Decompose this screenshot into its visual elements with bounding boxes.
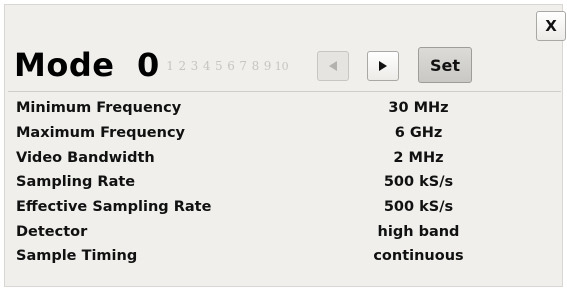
- mode-option-1[interactable]: 1: [164, 57, 176, 75]
- page-title: Mode: [14, 46, 115, 84]
- close-button[interactable]: X: [536, 11, 566, 41]
- setting-label: Detector: [16, 223, 88, 240]
- mode-option-2[interactable]: 2: [176, 57, 188, 75]
- settings-list: Minimum Frequency 30 MHz Maximum Frequen…: [16, 96, 546, 269]
- settings-row: Effective Sampling Rate 500 kS/s: [16, 195, 546, 220]
- setting-value: continuous: [373, 248, 464, 265]
- mode-selector: 1 2 3 4 5 6 7 8 9 10: [164, 57, 290, 75]
- header-divider: [8, 91, 561, 92]
- current-mode-number: 0: [137, 46, 160, 84]
- mode-option-8[interactable]: 8: [249, 57, 261, 75]
- mode-option-9[interactable]: 9: [262, 57, 274, 75]
- set-button[interactable]: Set: [418, 47, 472, 83]
- setting-value: 30 MHz: [388, 100, 449, 117]
- setting-value: 500 kS/s: [383, 174, 454, 191]
- setting-value: high band: [377, 223, 460, 240]
- right-triangle-icon: [379, 61, 387, 71]
- settings-row: Video Bandwidth 2 MHz: [16, 145, 546, 170]
- settings-row: Detector high band: [16, 219, 546, 244]
- mode-option-3[interactable]: 3: [188, 57, 200, 75]
- mode-option-4[interactable]: 4: [201, 57, 213, 75]
- previous-mode-button[interactable]: [317, 51, 349, 81]
- setting-label: Maximum Frequency: [16, 125, 185, 142]
- setting-label: Sample Timing: [16, 248, 138, 265]
- mode-option-10[interactable]: 10: [274, 58, 290, 76]
- settings-row: Sample Timing continuous: [16, 244, 546, 269]
- setting-value: 2 MHz: [393, 149, 444, 166]
- setting-label: Minimum Frequency: [16, 100, 182, 117]
- setting-label: Effective Sampling Rate: [16, 199, 212, 216]
- setting-value: 500 kS/s: [383, 199, 454, 216]
- left-triangle-icon: [329, 61, 337, 71]
- mode-option-5[interactable]: 5: [213, 57, 225, 75]
- settings-row: Sampling Rate 500 kS/s: [16, 170, 546, 195]
- setting-label: Video Bandwidth: [16, 149, 155, 166]
- setting-value: 6 GHz: [394, 125, 443, 142]
- next-mode-button[interactable]: [367, 51, 399, 81]
- settings-row: Maximum Frequency 6 GHz: [16, 121, 546, 146]
- mode-option-7[interactable]: 7: [237, 57, 249, 75]
- mode-option-6[interactable]: 6: [225, 57, 237, 75]
- setting-label: Sampling Rate: [16, 174, 136, 191]
- settings-row: Minimum Frequency 30 MHz: [16, 96, 546, 121]
